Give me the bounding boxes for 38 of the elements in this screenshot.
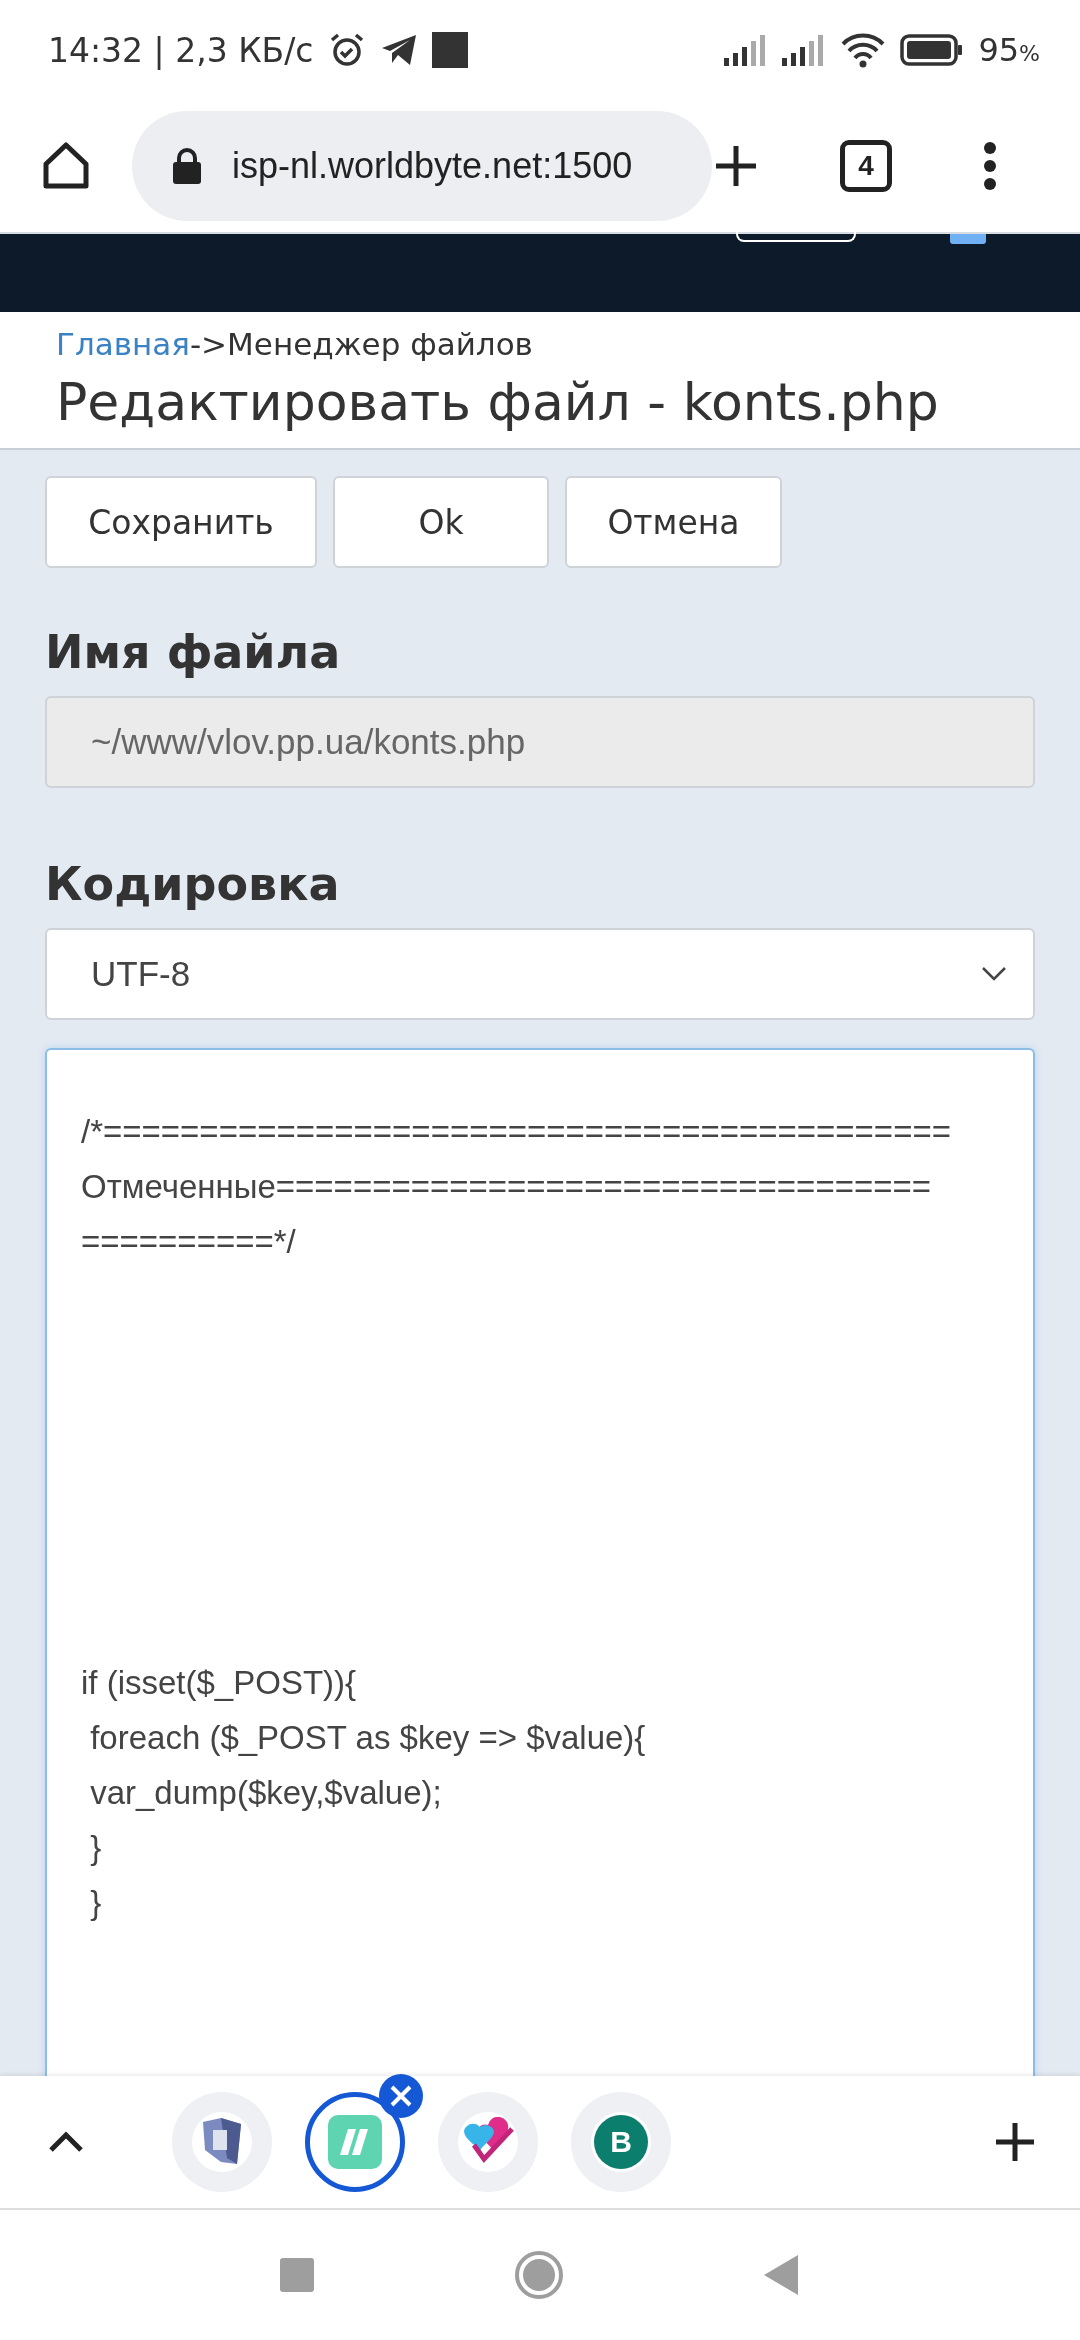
close-icon[interactable] bbox=[379, 2074, 423, 2118]
code-line: foreach ($_POST as $key => $value){ bbox=[89, 1719, 646, 1756]
code-line: if (isset($_POST)){ bbox=[81, 1664, 357, 1701]
home-button-icon[interactable] bbox=[514, 2250, 564, 2300]
url-text: isp-nl.worldbyte.net:1500 bbox=[232, 145, 633, 187]
code-line: } bbox=[89, 1884, 102, 1921]
square-icon bbox=[431, 32, 468, 68]
field-label: Кодировка bbox=[45, 856, 341, 913]
plus-icon[interactable] bbox=[994, 2121, 1036, 2163]
battery-icon bbox=[900, 34, 965, 66]
wifi-icon bbox=[840, 32, 887, 68]
form-button[interactable]: Ok bbox=[333, 476, 549, 568]
lock-icon bbox=[172, 147, 202, 185]
breadcrumb-link[interactable]: Главная bbox=[56, 326, 190, 362]
encoding-select[interactable]: UTF-8 bbox=[45, 928, 1035, 1020]
tab-count-button[interactable]: 4 bbox=[840, 140, 892, 192]
header-badge bbox=[950, 234, 986, 244]
field-label: Имя файла bbox=[45, 624, 342, 681]
form-button[interactable]: Отмена bbox=[565, 476, 782, 568]
form-button[interactable]: Сохранить bbox=[45, 476, 317, 568]
letter-avatar: B bbox=[594, 2115, 648, 2169]
back-icon[interactable] bbox=[764, 2255, 800, 2295]
breadcrumb-text: ->Менеджер файлов bbox=[189, 326, 533, 362]
code-line: var_dump($key,$value); bbox=[89, 1774, 442, 1811]
address-bar[interactable]: isp-nl.worldbyte.net:1500 bbox=[132, 111, 712, 221]
page-title: Редактировать файл - konts.php bbox=[56, 371, 940, 434]
status-time: 14:32 | 2,3 КБ/с bbox=[48, 30, 314, 70]
code-line: } bbox=[89, 1829, 102, 1866]
code-editor[interactable]: /*============================================ Отмеченные================================== ==========*/ if (isset($_POST)){ foreach ($_POST as $key => $value){ var_dump($key,$value); } } bbox=[45, 1048, 1035, 2076]
code-line: ==========*/ bbox=[81, 1223, 296, 1260]
more-icon[interactable] bbox=[982, 141, 998, 191]
code-line: /*============================================ bbox=[81, 1113, 951, 1150]
chevron-up-icon[interactable] bbox=[48, 2131, 84, 2153]
battery-percent: 95% bbox=[978, 31, 1040, 69]
tab-group-button[interactable]: B bbox=[571, 2092, 671, 2192]
code-line: Отмеченные================================== bbox=[81, 1168, 932, 1205]
app-icon bbox=[328, 2115, 382, 2169]
chevron-down-icon bbox=[981, 966, 1007, 982]
